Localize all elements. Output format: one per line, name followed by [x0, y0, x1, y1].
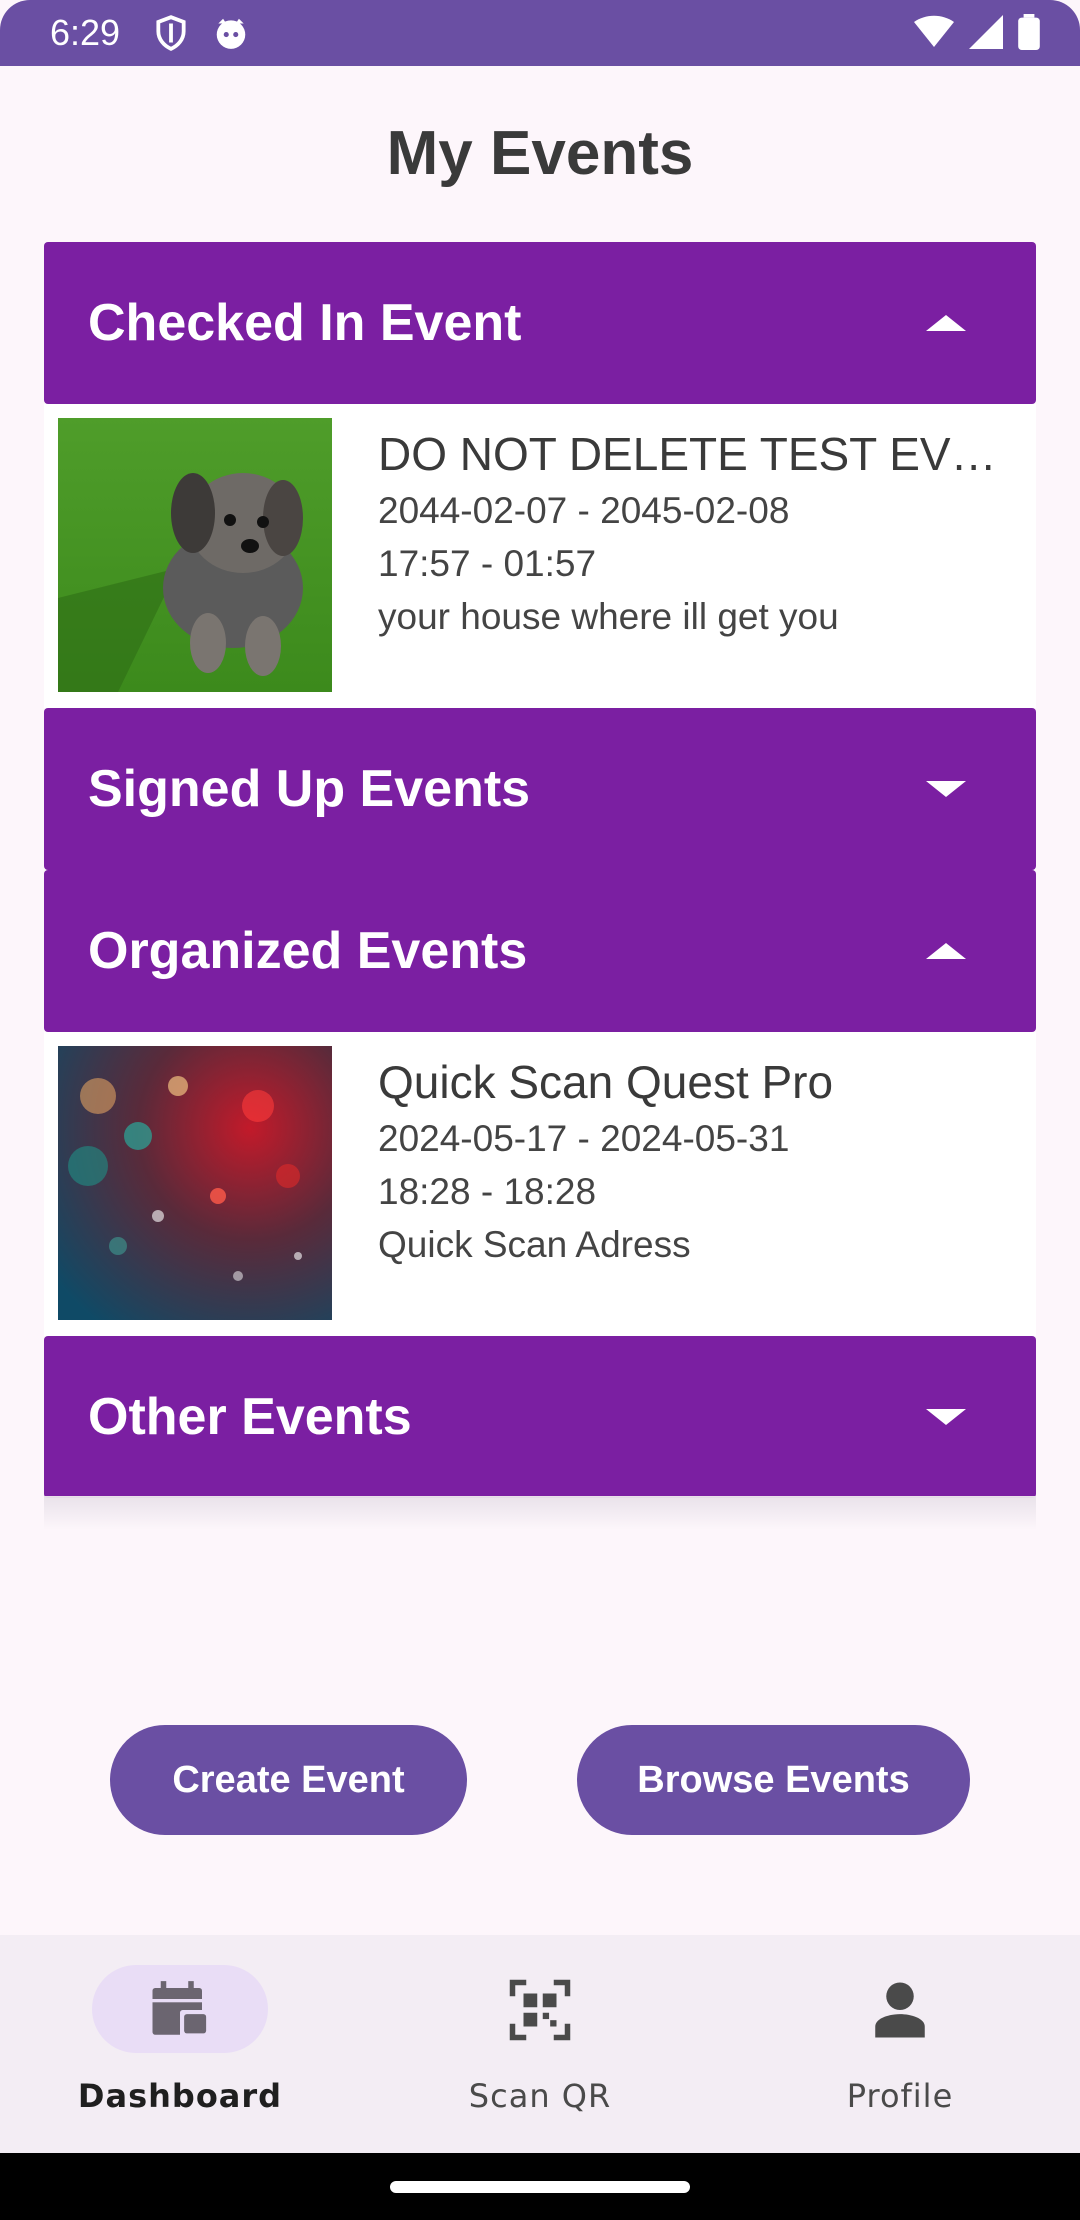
event-dates: 2024-05-17 - 2024-05-31 — [378, 1118, 790, 1159]
status-bar: 6:29 — [0, 0, 1080, 66]
chevron-down-icon — [926, 1409, 966, 1425]
events-list: Checked In Event DO NOT DELETE TEST EVE.… — [44, 242, 1036, 1498]
nav-label: Scan QR — [468, 2077, 612, 2115]
browse-events-button[interactable]: Browse Events — [577, 1725, 970, 1835]
chevron-up-icon — [926, 943, 966, 959]
nav-item-scan-qr[interactable]: Scan QR — [360, 1935, 720, 2153]
nav-item-profile[interactable]: Profile — [720, 1935, 1080, 2153]
shield-icon — [156, 15, 186, 51]
gesture-navigation-bar — [0, 2153, 1080, 2220]
status-time: 6:29 — [50, 12, 121, 53]
cat-face-icon — [216, 18, 246, 49]
chevron-up-icon — [926, 315, 966, 331]
section-label: Other Events — [88, 1388, 412, 1446]
event-location: Quick Scan Adress — [378, 1224, 691, 1265]
section-header-signed-up[interactable]: Signed Up Events — [44, 708, 1036, 870]
section-label: Organized Events — [88, 922, 528, 980]
signal-icon — [969, 15, 1003, 49]
section-header-other[interactable]: Other Events — [44, 1336, 1036, 1498]
event-image — [58, 1046, 332, 1320]
nav-label: Profile — [846, 2077, 954, 2115]
event-image — [58, 418, 332, 692]
event-times: 17:57 - 01:57 — [378, 543, 597, 584]
section-header-checked-in[interactable]: Checked In Event — [44, 242, 1036, 404]
battery-icon — [1018, 14, 1040, 50]
person-icon — [875, 1982, 925, 2038]
event-times: 18:28 - 18:28 — [378, 1171, 597, 1212]
event-dates: 2044-02-07 - 2045-02-08 — [378, 490, 790, 531]
page-title: My Events — [386, 119, 694, 188]
section-label: Signed Up Events — [88, 760, 531, 818]
home-handle[interactable] — [390, 2181, 690, 2193]
event-card[interactable]: DO NOT DELETE TEST EVE... 2044-02-07 - 2… — [44, 404, 1036, 708]
list-shadow — [44, 1496, 1036, 1530]
wifi-icon — [914, 15, 954, 47]
event-location: your house where ill get you — [378, 596, 839, 637]
qr-scan-icon — [509, 1979, 571, 2041]
bottom-navigation: Dashboard Scan QR Profile — [0, 1935, 1080, 2153]
calendar-icon — [152, 1981, 208, 2038]
nav-label: Dashboard — [77, 2077, 283, 2115]
section-header-organized[interactable]: Organized Events — [44, 870, 1036, 1032]
event-name: DO NOT DELETE TEST EVE... — [378, 428, 1018, 480]
chevron-down-icon — [926, 781, 966, 797]
event-card[interactable]: Quick Scan Quest Pro 2024-05-17 - 2024-0… — [44, 1032, 1036, 1336]
event-name: Quick Scan Quest Pro — [378, 1056, 834, 1108]
create-event-button[interactable]: Create Event — [110, 1725, 467, 1835]
section-label: Checked In Event — [88, 294, 522, 352]
nav-item-dashboard[interactable]: Dashboard — [0, 1935, 360, 2153]
